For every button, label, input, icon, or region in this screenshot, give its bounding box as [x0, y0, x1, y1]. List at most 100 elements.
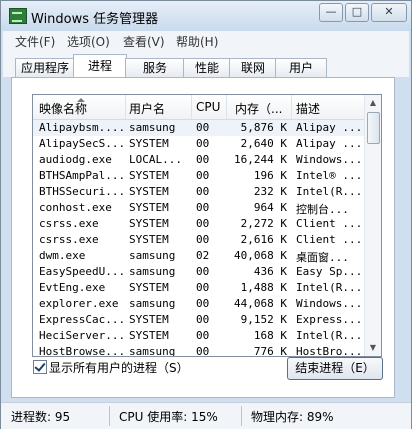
tab-applications[interactable]: 应用程序 — [15, 58, 75, 77]
process-user-name: SYSTEM — [129, 233, 169, 246]
process-memory: 5,876 K — [240, 121, 287, 134]
process-description: Easy Sp... — [296, 265, 363, 278]
process-user-name: SYSTEM — [129, 281, 169, 294]
process-cpu: 00 — [196, 137, 210, 150]
process-user-name: samsung — [129, 345, 176, 357]
scroll-up-arrow-icon[interactable]: ▲ — [365, 95, 381, 111]
status-bar: 进程数: 95 CPU 使用率: 15% 物理内存: 89% — [1, 402, 411, 429]
process-cpu: 00 — [196, 121, 210, 134]
tab-processes[interactable]: 进程 — [73, 54, 127, 78]
process-rows: Alipaybsm.... samsung 00 5,876 K Alipay ... A… — [33, 120, 364, 356]
process-memory: 436 K — [253, 265, 287, 278]
process-memory: 40,068 K — [234, 249, 287, 262]
tab-users[interactable]: 用户 — [275, 58, 327, 77]
table-row[interactable]: Alipaybsm.... samsung 00 5,876 K Alipay ... — [33, 120, 364, 136]
column-image-name[interactable]: 映像名称 — [39, 98, 87, 117]
table-row[interactable]: conhost.exe SYSTEM 00 964 K 控制台... — [33, 200, 364, 216]
process-description: Intel(R... — [296, 329, 363, 342]
process-cpu: 00 — [196, 169, 210, 182]
process-user-name: SYSTEM — [129, 201, 169, 214]
column-separator[interactable] — [191, 95, 192, 119]
process-user-name: samsung — [129, 249, 176, 262]
process-memory: 2,616 K — [240, 233, 287, 246]
process-user-name: samsung — [129, 265, 176, 278]
column-user-name[interactable]: 用户名 — [129, 100, 165, 117]
process-image-name: csrss.exe — [39, 217, 99, 230]
process-description: Windows... — [296, 297, 363, 310]
menu-view[interactable]: 查看(V) — [123, 33, 165, 50]
table-row[interactable]: ExpressCac... SYSTEM 00 9,152 K Express... — [33, 312, 364, 328]
process-memory: 232 K — [253, 185, 287, 198]
processes-panel: 映像名称 用户名 CPU 内存（... 描述 Alipaybsm.... sams… — [11, 77, 395, 398]
tab-networking[interactable]: 联网 — [229, 58, 277, 77]
menu-options[interactable]: 选项(O) — [67, 33, 110, 50]
menu-file[interactable]: 文件(F) — [15, 33, 55, 50]
process-user-name: SYSTEM — [129, 137, 169, 150]
process-image-name: dwm.exe — [39, 249, 86, 262]
process-user-name: SYSTEM — [129, 313, 169, 326]
table-row[interactable]: csrss.exe SYSTEM 00 2,616 K Client ... — [33, 232, 364, 248]
table-row[interactable]: audiodg.exe LOCAL... 00 16,244 K Windows... — [33, 152, 364, 168]
process-user-name: LOCAL... — [129, 153, 182, 166]
process-list[interactable]: 映像名称 用户名 CPU 内存（... 描述 Alipaybsm.... sams… — [32, 94, 382, 357]
table-row[interactable]: explorer.exe samsung 00 44,068 K Windows... — [33, 296, 364, 312]
process-image-name: ExpressCac... — [39, 313, 125, 326]
process-cpu: 00 — [196, 265, 210, 278]
tab-performance[interactable]: 性能 — [183, 58, 231, 77]
table-row[interactable]: HeciServer... SYSTEM 00 168 K Intel(R... — [33, 328, 364, 344]
process-cpu: 00 — [196, 345, 210, 357]
column-separator[interactable] — [226, 95, 227, 119]
column-separator[interactable] — [291, 95, 292, 119]
status-physical-memory: 物理内存: 89% — [251, 410, 334, 424]
process-description: Client ... — [296, 217, 363, 230]
tab-services[interactable]: 服务 — [125, 58, 185, 77]
process-user-name: SYSTEM — [129, 329, 169, 342]
column-memory[interactable]: 内存（... — [235, 100, 282, 117]
close-button[interactable]: ✕ — [371, 3, 407, 22]
vertical-scrollbar[interactable]: ▲ ▼ — [364, 95, 381, 356]
process-description: Alipay ... — [296, 137, 363, 150]
status-process-count: 进程数: 95 — [11, 410, 71, 424]
table-row[interactable]: EasySpeedU... samsung 00 436 K Easy Sp... — [33, 264, 364, 280]
title-bar[interactable]: Windows 任务管理器 — □ ✕ — [1, 1, 411, 31]
show-all-users-checkbox[interactable] — [33, 360, 47, 374]
process-image-name: AlipaySecS... — [39, 137, 125, 150]
table-row[interactable]: EvtEng.exe SYSTEM 00 1,488 K Intel(R... — [33, 280, 364, 296]
process-memory: 16,244 K — [234, 153, 287, 166]
process-cpu: 00 — [196, 313, 210, 326]
process-cpu: 00 — [196, 297, 210, 310]
table-row[interactable]: BTHSSecuri... SYSTEM 00 232 K Intel(R... — [33, 184, 364, 200]
column-separator[interactable] — [125, 95, 126, 119]
column-description[interactable]: 描述 — [296, 100, 320, 117]
process-user-name: SYSTEM — [129, 169, 169, 182]
process-memory: 44,068 K — [234, 297, 287, 310]
process-memory: 2,272 K — [240, 217, 287, 230]
process-user-name: SYSTEM — [129, 217, 169, 230]
process-description: Intel® ... — [296, 169, 363, 182]
table-row[interactable]: AlipaySecS... SYSTEM 00 2,640 K Alipay ... — [33, 136, 364, 152]
table-row[interactable]: csrss.exe SYSTEM 00 2,272 K Client ... — [33, 216, 364, 232]
task-manager-window: Windows 任务管理器 — □ ✕ 文件(F) 选项(O) 查看(V) 帮助… — [0, 0, 412, 429]
menu-help[interactable]: 帮助(H) — [176, 33, 218, 50]
maximize-button[interactable]: □ — [345, 3, 369, 22]
process-list-header: 映像名称 用户名 CPU 内存（... 描述 — [33, 95, 364, 120]
table-row[interactable]: dwm.exe samsung 02 40,068 K 桌面窗... — [33, 248, 364, 264]
end-process-button[interactable]: 结束进程（E） — [287, 357, 383, 380]
process-cpu: 00 — [196, 233, 210, 246]
table-row[interactable]: BTHSAmpPal... SYSTEM 00 196 K Intel® ... — [33, 168, 364, 184]
process-image-name: HeciServer... — [39, 329, 125, 342]
column-cpu[interactable]: CPU — [196, 100, 220, 114]
process-image-name: EvtEng.exe — [39, 281, 106, 294]
process-memory: 196 K — [253, 169, 287, 182]
table-row[interactable]: HostBrowse... samsung 00 776 K HostBro... — [33, 344, 364, 357]
scroll-down-arrow-icon[interactable]: ▼ — [365, 340, 381, 356]
process-memory: 776 K — [253, 345, 287, 357]
process-cpu: 00 — [196, 217, 210, 230]
scrollbar-thumb[interactable] — [367, 112, 380, 144]
process-image-name: Alipaybsm.... — [39, 121, 125, 134]
tab-strip: 应用程序 进程 服务 性能 联网 用户 — [3, 51, 409, 78]
process-description: Intel(R... — [296, 185, 363, 198]
process-description: Intel(R... — [296, 281, 363, 294]
process-description: Client ... — [296, 233, 363, 246]
minimize-button[interactable]: — — [319, 3, 343, 22]
